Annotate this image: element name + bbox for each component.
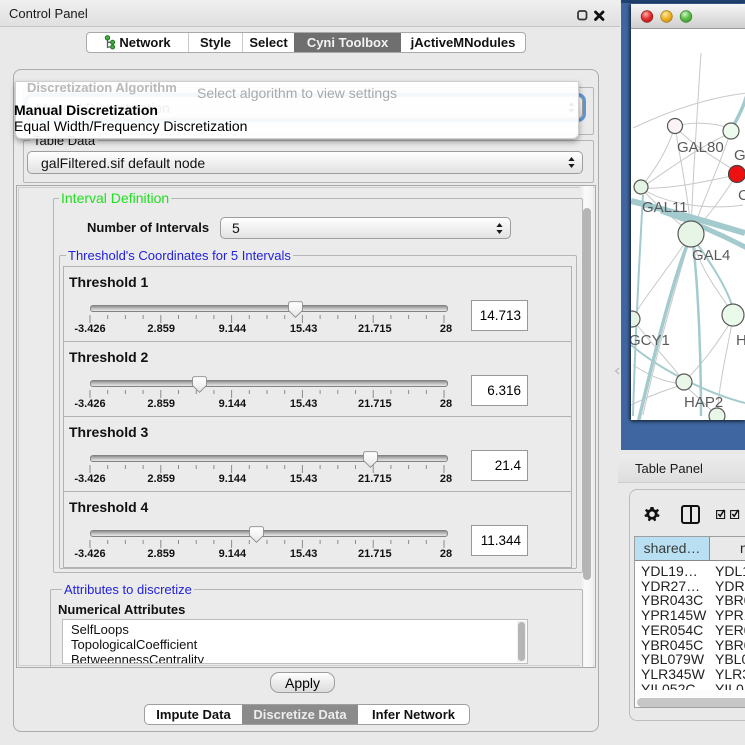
svg-text:GA: GA	[734, 147, 745, 164]
svg-text:GAL80: GAL80	[677, 139, 724, 156]
svg-text:GAL11: GAL11	[642, 199, 688, 216]
svg-text:H: H	[736, 332, 745, 349]
svg-text:HAP2: HAP2	[684, 394, 723, 411]
svg-text:GCY1: GCY1	[631, 332, 670, 349]
svg-text:GAL4: GAL4	[692, 247, 730, 264]
svg-text:C: C	[738, 187, 745, 204]
